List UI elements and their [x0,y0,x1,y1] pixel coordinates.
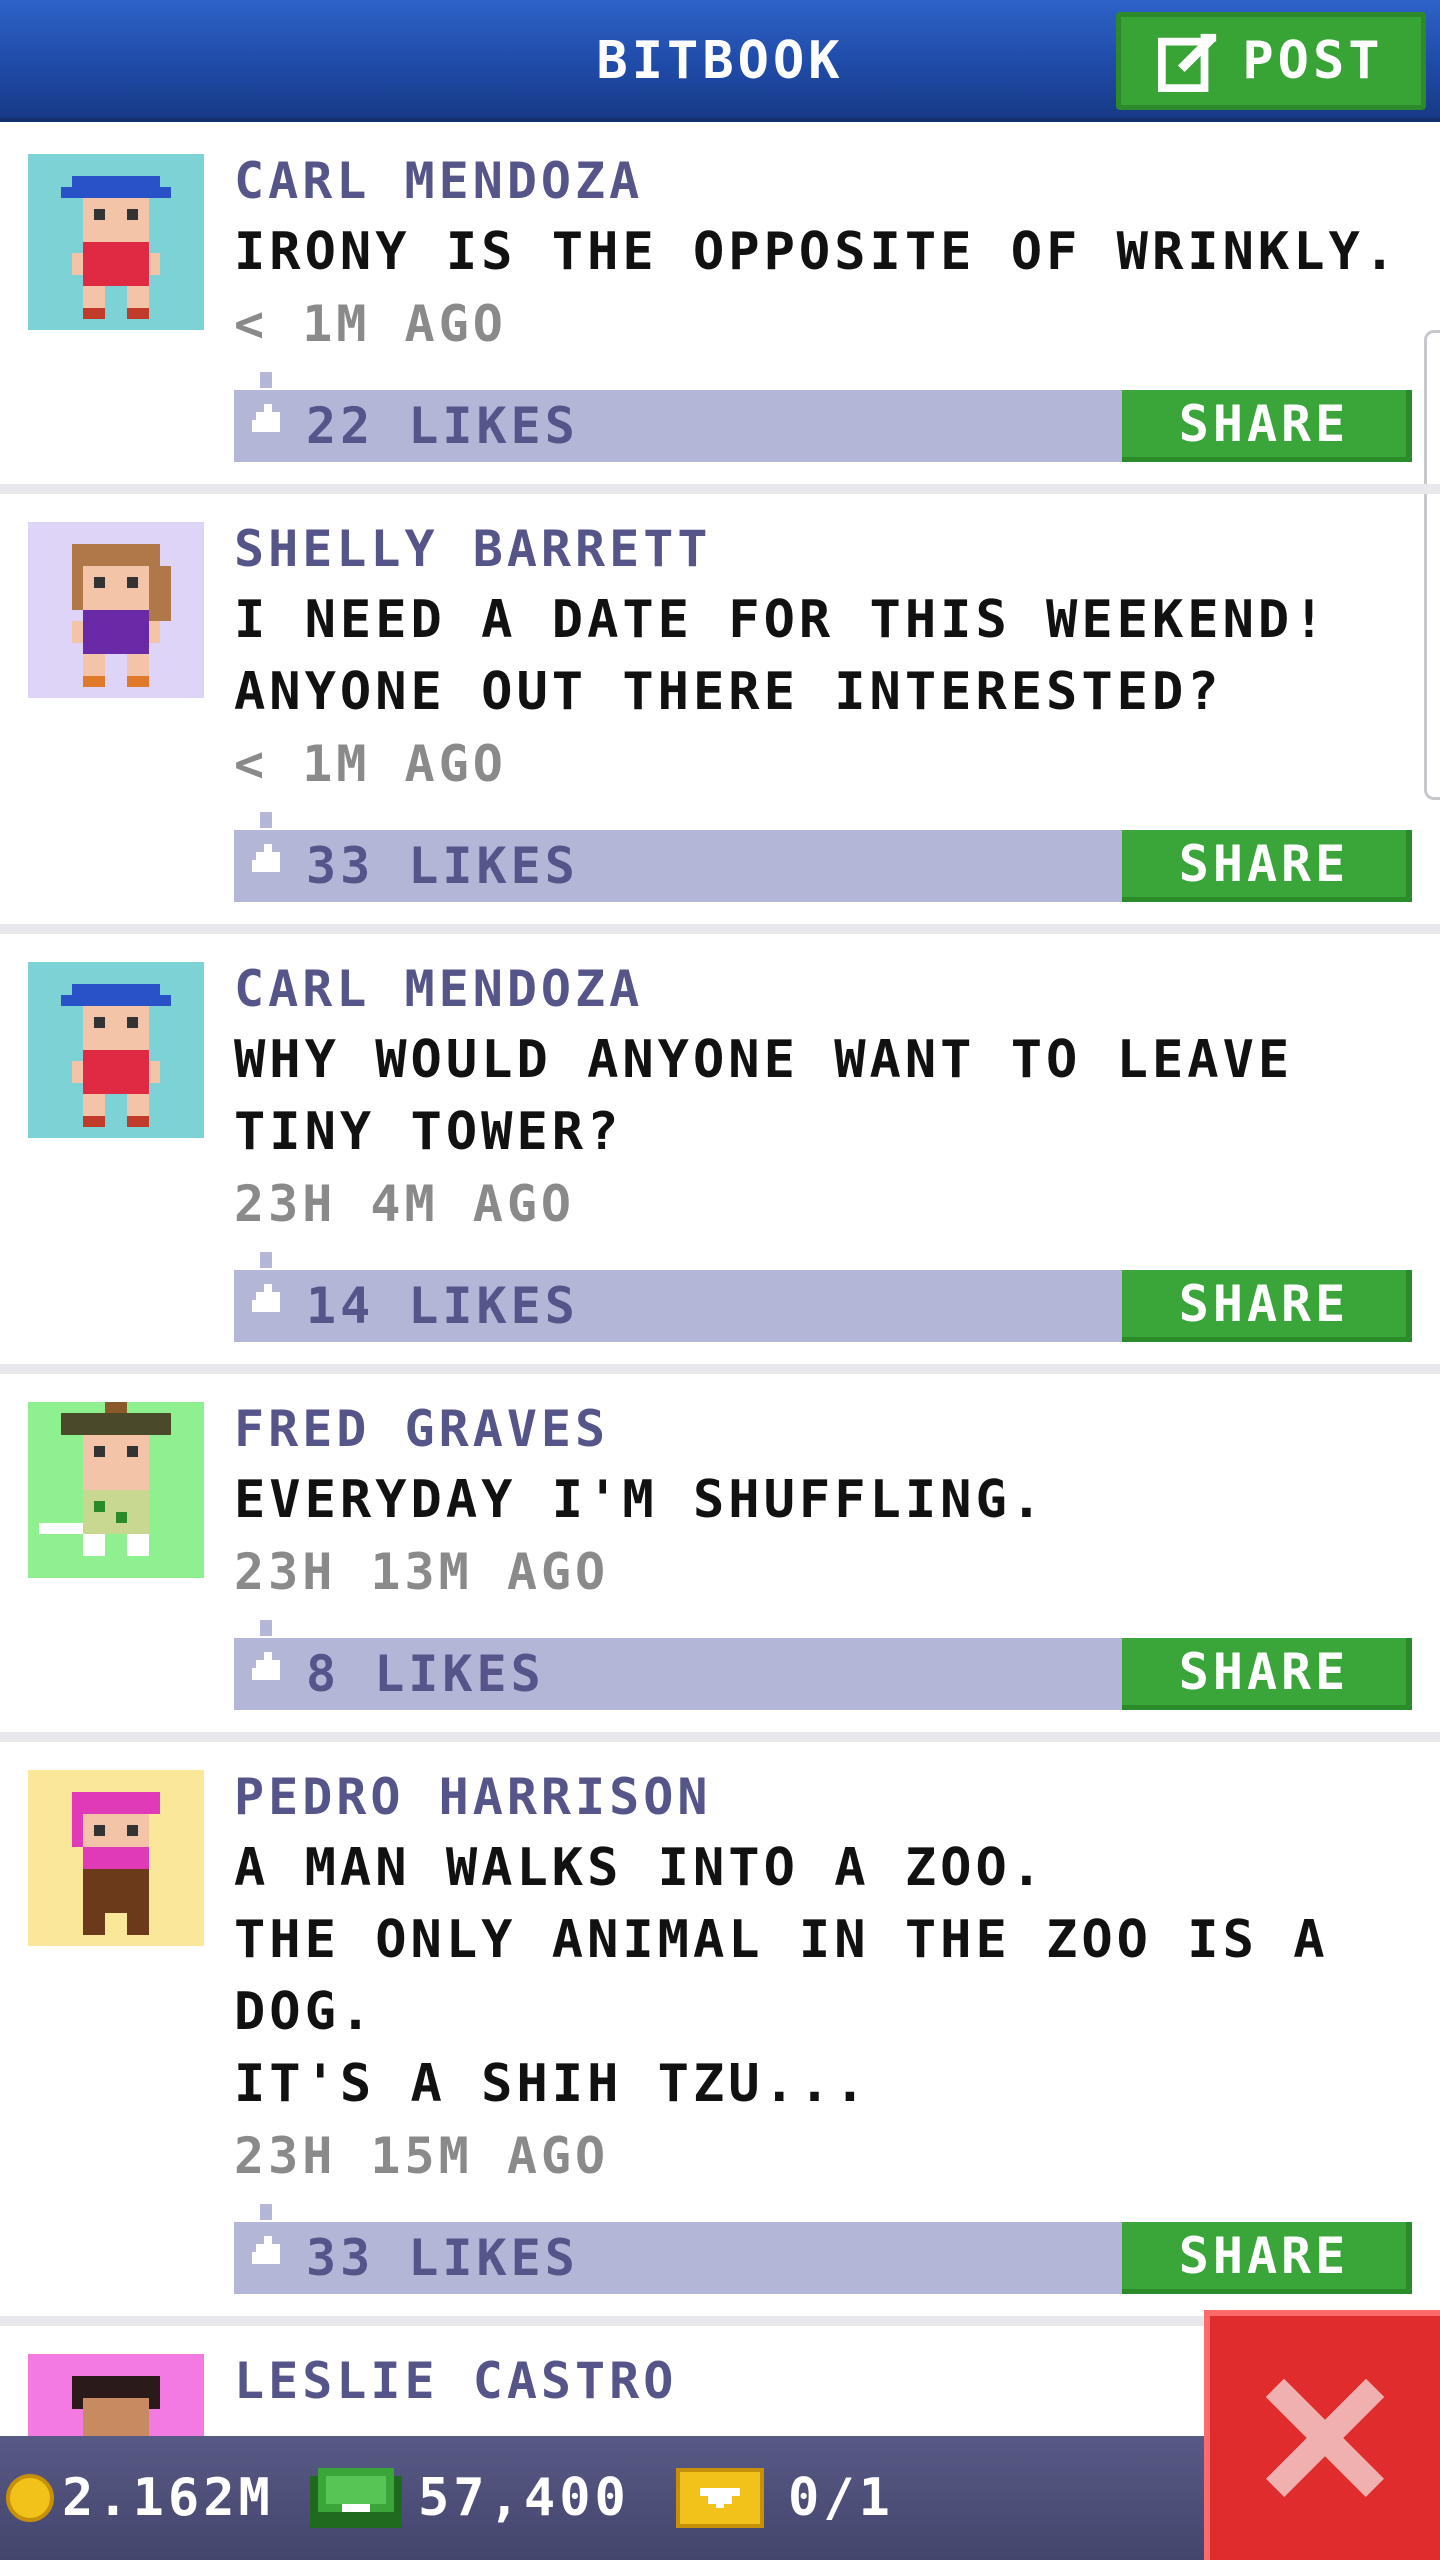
tickets-display: 0/1 [676,2436,894,2560]
ticket-icon [676,2468,764,2528]
share-button[interactable]: SHARE [1122,1270,1412,1342]
post-item: PEDRO HARRISON A MAN WALKS INTO A ZOO. T… [0,1742,1440,2326]
coins-display: 2.162M [6,2436,274,2560]
post-author[interactable]: CARL MENDOZA [234,146,1440,216]
avatar[interactable] [28,154,204,330]
avatar[interactable] [28,1402,204,1578]
post-timestamp: 23H 4M AGO [234,1175,576,1233]
post-item: CARL MENDOZA IRONY IS THE OPPOSITE OF WR… [0,126,1440,494]
avatar[interactable] [28,522,204,698]
post-item: FRED GRAVES EVERYDAY I'M SHUFFLING. 23H … [0,1374,1440,1742]
share-button[interactable]: SHARE [1122,1638,1412,1710]
post-item: SHELLY BARRETT I NEED A DATE FOR THIS WE… [0,494,1440,934]
post-timestamp: < 1M AGO [234,295,507,353]
close-button[interactable] [1204,2310,1440,2560]
likes-count: 33 LIKES [306,2229,579,2287]
like-bar[interactable]: 14 LIKES SHARE [234,1252,1412,1342]
close-icon [1265,2378,1385,2498]
like-icon[interactable] [248,1620,288,1700]
post-item: CARL MENDOZA WHY WOULD ANYONE WANT TO LE… [0,934,1440,1374]
post-timestamp: 23H 13M AGO [234,1543,610,1601]
likes-count: 8 LIKES [306,1645,545,1703]
avatar[interactable] [28,962,204,1138]
share-button[interactable]: SHARE [1122,390,1412,462]
post-message: I NEED A DATE FOR THIS WEEKEND! ANYONE O… [234,590,1329,722]
post-button-label: POST [1242,31,1384,91]
like-icon[interactable] [248,372,288,452]
avatar[interactable] [28,1770,204,1946]
share-button[interactable]: SHARE [1122,2222,1412,2294]
app-header: BITBOOK POST [0,0,1440,122]
likes-count: 33 LIKES [306,837,579,895]
bux-value: 57,400 [418,2468,630,2528]
post-button[interactable]: POST [1116,12,1426,110]
post-timestamp: 23H 15M AGO [234,2127,610,2185]
like-icon[interactable] [248,812,288,892]
like-icon[interactable] [248,1252,288,1332]
like-bar[interactable]: 33 LIKES SHARE [234,2204,1412,2294]
like-bar[interactable]: 8 LIKES SHARE [234,1620,1412,1710]
coin-icon [6,2474,54,2522]
like-bar[interactable]: 33 LIKES SHARE [234,812,1412,902]
likes-count: 22 LIKES [306,397,579,455]
share-button[interactable]: SHARE [1122,830,1412,902]
likes-count: 14 LIKES [306,1277,579,1335]
post-author[interactable]: PEDRO HARRISON [234,1762,1440,1832]
tickets-value: 0/1 [788,2468,894,2528]
bux-display: 57,400 [310,2436,630,2560]
like-bar[interactable]: 22 LIKES SHARE [234,372,1412,462]
post-timestamp: < 1M AGO [234,735,507,793]
post-message: IRONY IS THE OPPOSITE OF WRINKLY. [234,222,1400,282]
post-feed: CARL MENDOZA IRONY IS THE OPPOSITE OF WR… [0,126,1440,2560]
coins-value: 2.162M [62,2468,274,2528]
post-message: EVERYDAY I'M SHUFFLING. [234,1470,1047,1530]
like-icon[interactable] [248,2204,288,2284]
compose-icon [1158,33,1217,92]
post-author[interactable]: CARL MENDOZA [234,954,1440,1024]
post-author[interactable]: SHELLY BARRETT [234,514,1440,584]
bux-icon [310,2468,402,2528]
post-message: A MAN WALKS INTO A ZOO. THE ONLY ANIMAL … [234,1838,1329,2114]
post-message: WHY WOULD ANYONE WANT TO LEAVE TINY TOWE… [234,1030,1294,1162]
post-author[interactable]: FRED GRAVES [234,1394,1440,1464]
